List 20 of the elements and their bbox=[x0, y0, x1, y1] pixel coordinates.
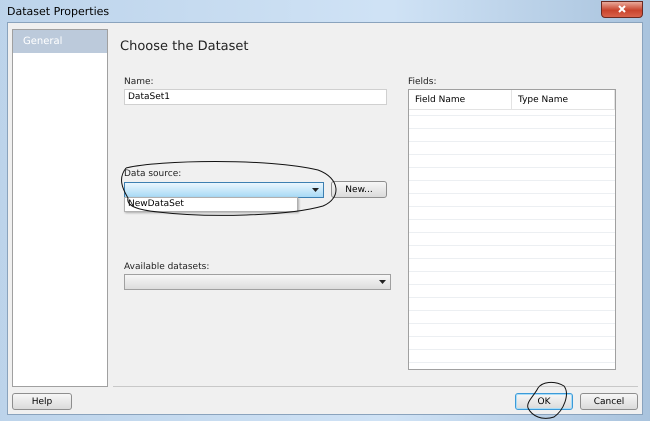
ok-button[interactable]: OK bbox=[515, 393, 573, 410]
column-header[interactable]: Type Name bbox=[512, 90, 615, 109]
close-icon bbox=[618, 5, 626, 13]
cancel-button[interactable]: Cancel bbox=[580, 393, 638, 410]
column-header[interactable]: Field Name bbox=[409, 90, 512, 109]
close-button[interactable] bbox=[601, 0, 643, 18]
name-field[interactable]: DataSet1 bbox=[124, 89, 387, 105]
caret-icon bbox=[379, 280, 386, 284]
data-source-label: Data source: bbox=[124, 169, 182, 181]
available-datasets-dropdown[interactable] bbox=[124, 274, 391, 290]
data-source-dropdown[interactable] bbox=[124, 182, 324, 198]
page-heading: Choose the Dataset bbox=[120, 39, 250, 56]
pen-annotation-drawing bbox=[524, 380, 570, 421]
window-title: Dataset Properties bbox=[7, 4, 110, 18]
caret-icon bbox=[312, 188, 319, 192]
fields-label: Fields: bbox=[408, 77, 438, 89]
name-label: Name: bbox=[124, 77, 155, 89]
new-button[interactable]: New... bbox=[331, 181, 387, 198]
available-datasets-label: Available datasets: bbox=[124, 262, 210, 274]
help-button[interactable]: Help bbox=[12, 393, 72, 410]
